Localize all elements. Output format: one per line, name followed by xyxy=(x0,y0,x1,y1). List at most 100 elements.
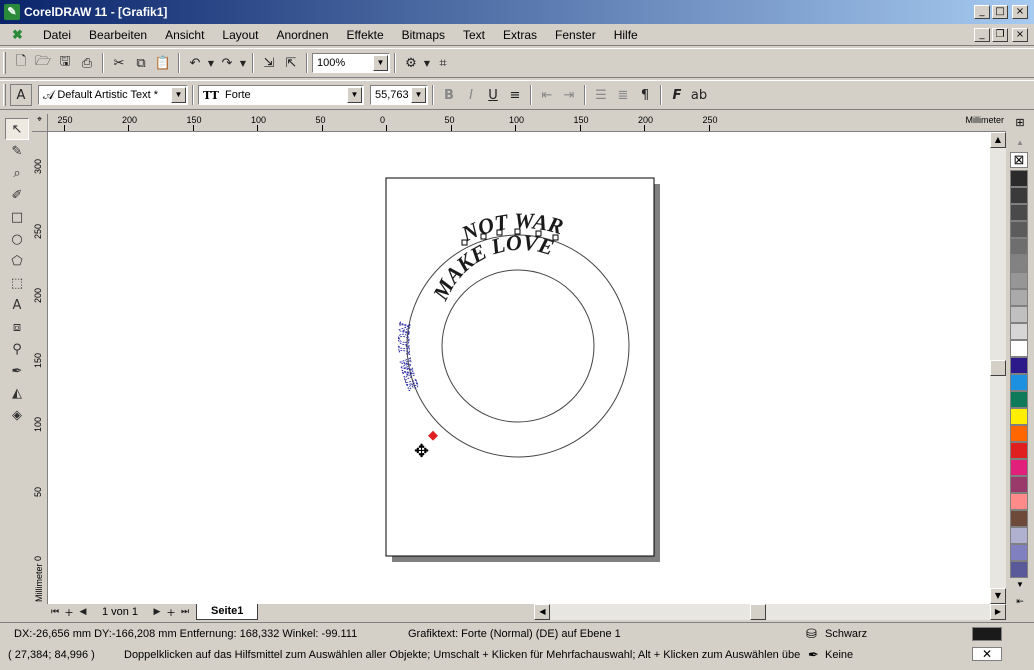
horizontal-scrollbar[interactable]: ◀ ▶ xyxy=(534,604,1006,620)
chevron-down-icon[interactable]: ▼ xyxy=(347,87,362,103)
undo-dropdown-icon[interactable]: ▼ xyxy=(206,52,216,74)
freehand-tool-icon[interactable]: ✐ xyxy=(5,184,29,206)
prev-page-icon[interactable]: ◀ xyxy=(76,605,90,619)
text-style-icon[interactable]: A xyxy=(10,84,32,106)
print-icon[interactable]: ⎙ xyxy=(76,52,98,74)
edit-text-icon[interactable]: ab xyxy=(688,84,710,106)
color-swatch[interactable] xyxy=(1010,272,1028,289)
color-swatch[interactable] xyxy=(1010,442,1028,459)
toolbar-grip[interactable] xyxy=(3,52,6,74)
palette-menu-icon[interactable]: ⊞ xyxy=(1010,116,1030,134)
zoom-select[interactable]: 100% ▼ xyxy=(312,53,390,73)
open-icon[interactable]: 🗁 xyxy=(32,52,54,74)
redo-icon[interactable]: ↷ xyxy=(216,52,238,74)
color-swatch[interactable] xyxy=(1010,187,1028,204)
artwork-svg[interactable]: NOT WAR MAKE LOVE NOT WAR ✥ xyxy=(48,132,990,604)
color-swatch[interactable] xyxy=(1010,340,1028,357)
color-swatch[interactable] xyxy=(1010,255,1028,272)
horizontal-ruler[interactable]: 250 200 150 100 50 0 50 100 150 200 250 Millimeter xyxy=(48,114,1006,132)
color-swatch[interactable] xyxy=(1010,204,1028,221)
color-swatch[interactable] xyxy=(1010,357,1028,374)
fill-color-swatch[interactable] xyxy=(972,627,1002,641)
menu-anordnen[interactable]: Anordnen xyxy=(267,28,337,42)
cut-icon[interactable]: ✂ xyxy=(108,52,130,74)
launcher-dropdown-icon[interactable]: ▼ xyxy=(422,52,432,74)
color-swatch[interactable] xyxy=(1010,425,1028,442)
outline-tool-icon[interactable]: ✒ xyxy=(5,360,29,382)
color-swatch[interactable] xyxy=(1010,544,1028,561)
increase-indent-icon[interactable]: ⇥ xyxy=(558,84,580,106)
fill-tool-icon[interactable]: ◭ xyxy=(5,382,29,404)
scroll-left-icon[interactable]: ◀ xyxy=(534,604,551,620)
copy-icon[interactable]: ⧉ xyxy=(130,52,152,74)
vertical-scroll-thumb[interactable] xyxy=(990,360,1006,376)
ruler-corner-icon[interactable]: ⌖ xyxy=(32,114,48,132)
color-swatch[interactable] xyxy=(1010,493,1028,510)
font-select[interactable]: TT Forte ▼ xyxy=(198,85,364,105)
minimize-button[interactable]: _ xyxy=(974,5,990,19)
last-page-icon[interactable]: ⏭ xyxy=(178,605,192,619)
paste-icon[interactable]: 📋 xyxy=(152,52,174,74)
maximize-button[interactable]: □ xyxy=(992,5,1008,19)
color-swatch[interactable] xyxy=(1010,323,1028,340)
scroll-up-icon[interactable]: ▲ xyxy=(990,132,1006,148)
application-launcher-icon[interactable]: ⚙ xyxy=(400,52,422,74)
menu-text[interactable]: Text xyxy=(454,28,494,42)
rectangle-tool-icon[interactable]: □ xyxy=(5,206,29,228)
menu-ansicht[interactable]: Ansicht xyxy=(156,28,213,42)
zoom-tool-icon[interactable]: ⌕ xyxy=(5,162,29,184)
drop-cap-icon[interactable]: ≣ xyxy=(612,84,634,106)
palette-scroll-down-icon[interactable]: ▼ xyxy=(1012,580,1028,592)
ellipse-tool-icon[interactable]: ○ xyxy=(5,228,29,250)
object-style-select[interactable]: 𝒜 Default Artistic Text * ▼ xyxy=(38,85,188,105)
horizontal-scroll-thumb[interactable] xyxy=(750,604,767,620)
color-swatch[interactable] xyxy=(1010,391,1028,408)
pick-tool-icon[interactable]: ↖ xyxy=(5,118,29,140)
text-tool-icon[interactable]: A xyxy=(5,294,29,316)
toolbar-grip[interactable] xyxy=(3,84,6,106)
bold-icon[interactable]: B xyxy=(438,84,460,106)
first-page-icon[interactable]: ⏮ xyxy=(48,605,62,619)
color-swatch[interactable] xyxy=(1010,289,1028,306)
color-swatch[interactable] xyxy=(1010,306,1028,323)
menu-extras[interactable]: Extras xyxy=(494,28,546,42)
drawing-canvas[interactable]: NOT WAR MAKE LOVE NOT WAR ✥ xyxy=(48,132,990,604)
color-swatch[interactable] xyxy=(1010,459,1028,476)
redo-dropdown-icon[interactable]: ▼ xyxy=(238,52,248,74)
color-swatch[interactable] xyxy=(1010,527,1028,544)
format-text-icon[interactable]: F xyxy=(666,84,688,106)
doc-minimize-button[interactable]: _ xyxy=(974,28,990,42)
italic-icon[interactable]: I xyxy=(460,84,482,106)
scroll-down-icon[interactable]: ▼ xyxy=(990,588,1006,604)
color-swatch[interactable] xyxy=(1010,561,1028,578)
next-page-icon[interactable]: ▶ xyxy=(150,605,164,619)
bullet-list-icon[interactable]: ☰ xyxy=(590,84,612,106)
polygon-tool-icon[interactable]: ⬠ xyxy=(5,250,29,272)
menu-effekte[interactable]: Effekte xyxy=(338,28,393,42)
color-swatch[interactable] xyxy=(1010,510,1028,527)
vertical-ruler[interactable]: 300 250 200 150 100 50 0 Millimeter xyxy=(32,132,48,604)
scroll-right-icon[interactable]: ▶ xyxy=(990,604,1006,620)
align-icon[interactable]: ≡ xyxy=(504,84,526,106)
font-size-select[interactable]: 55,763 ▼ xyxy=(370,85,428,105)
menu-datei[interactable]: Datei xyxy=(34,28,80,42)
basic-shapes-tool-icon[interactable]: ⬚ xyxy=(5,272,29,294)
document-icon[interactable]: ✖ xyxy=(12,27,26,42)
new-icon[interactable]: 🗋 xyxy=(10,52,32,74)
palette-expand-icon[interactable]: ⇤ xyxy=(1012,596,1028,608)
interactive-blend-tool-icon[interactable]: ⧈ xyxy=(5,316,29,338)
color-swatch[interactable] xyxy=(1010,476,1028,493)
tab-seite1[interactable]: Seite1 xyxy=(196,604,259,620)
paragraph-icon[interactable]: ¶ xyxy=(634,84,656,106)
vertical-scrollbar[interactable]: ▲ ▼ xyxy=(990,132,1006,604)
chevron-down-icon[interactable]: ▼ xyxy=(171,87,186,103)
shape-tool-icon[interactable]: ✎ xyxy=(5,140,29,162)
color-swatch[interactable] xyxy=(1010,408,1028,425)
add-page-after-icon[interactable]: + xyxy=(164,605,178,619)
underline-icon[interactable]: U xyxy=(482,84,504,106)
decrease-indent-icon[interactable]: ⇤ xyxy=(536,84,558,106)
no-outline-swatch-icon[interactable]: ✕ xyxy=(972,647,1002,661)
export-icon[interactable]: ⇱ xyxy=(280,52,302,74)
chevron-down-icon[interactable]: ▼ xyxy=(411,87,426,103)
corel-online-icon[interactable]: ⌗ xyxy=(432,52,454,74)
